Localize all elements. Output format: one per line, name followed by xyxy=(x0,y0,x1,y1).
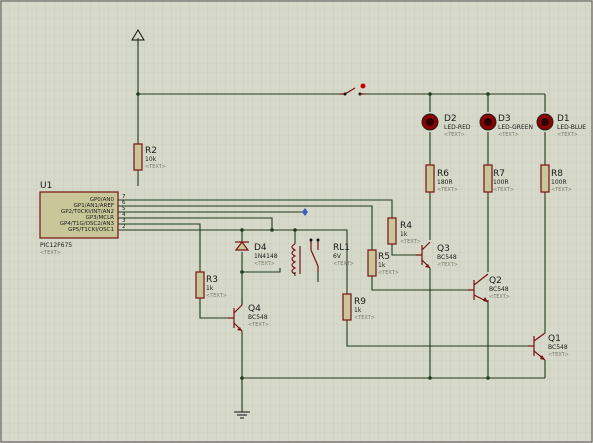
r5-ref: R5 xyxy=(378,252,390,262)
u1-pin-label: GP5/T1CKI/OSC1 xyxy=(68,227,114,233)
r3-ref: R3 xyxy=(206,275,218,285)
q4-ref: Q4 xyxy=(248,304,261,314)
d1-ref: D1 xyxy=(557,114,570,124)
r7-text-placeholder: <TEXT> xyxy=(493,187,514,193)
r3-value: 1k xyxy=(206,285,214,292)
r6-value: 180R xyxy=(437,179,453,186)
u1-text-placeholder: <TEXT> xyxy=(40,250,61,256)
schematic-canvas: U1 GP0/AN0 GP1/AN1/AREF GP2/T0CKI/INT/AN… xyxy=(0,0,593,443)
u1-part: PIC12F675 xyxy=(40,242,72,249)
d4-text-placeholder: <TEXT> xyxy=(254,261,275,267)
rl1-text-placeholder: <TEXT> xyxy=(333,261,354,267)
d2-ref: D2 xyxy=(444,114,457,124)
q3-value: BC548 xyxy=(437,254,457,261)
q2-ref: Q2 xyxy=(489,276,502,286)
q3-text-placeholder: <TEXT> xyxy=(437,262,458,268)
d3-value: LED-GREEN xyxy=(498,124,533,131)
d4-ref: D4 xyxy=(254,243,267,253)
u1-ref: U1 xyxy=(40,181,52,191)
d4-value: 1N4148 xyxy=(254,253,278,260)
r4-value: 1k xyxy=(400,231,408,238)
r6-text-placeholder: <TEXT> xyxy=(437,187,458,193)
d1-text-placeholder: <TEXT> xyxy=(557,132,578,138)
r9-ref: R9 xyxy=(354,297,366,307)
r3-text-placeholder: <TEXT> xyxy=(206,293,227,299)
d2-value: LED-RED xyxy=(444,124,471,131)
q1-text-placeholder: <TEXT> xyxy=(548,352,569,358)
r8-value: 100R xyxy=(551,179,567,186)
q2-value: BC548 xyxy=(489,286,509,293)
d3-text-placeholder: <TEXT> xyxy=(498,132,519,138)
q2-text-placeholder: <TEXT> xyxy=(489,294,510,300)
q1-value: BC548 xyxy=(548,344,568,351)
r4-ref: R4 xyxy=(400,221,412,231)
r2-value: 10k xyxy=(145,156,157,163)
r4-text-placeholder: <TEXT> xyxy=(400,239,421,245)
r5-value: 1k xyxy=(378,262,386,269)
r8-ref: R8 xyxy=(551,169,563,179)
d3-ref: D3 xyxy=(498,114,511,124)
r2-text-placeholder: <TEXT> xyxy=(145,164,166,170)
r5-text-placeholder: <TEXT> xyxy=(378,270,399,276)
r9-text-placeholder: <TEXT> xyxy=(354,315,375,321)
q3-ref: Q3 xyxy=(437,244,450,254)
d2-text-placeholder: <TEXT> xyxy=(444,132,465,138)
q4-value: BC548 xyxy=(248,314,268,321)
q4-text-placeholder: <TEXT> xyxy=(248,322,269,328)
r8-text-placeholder: <TEXT> xyxy=(551,187,572,193)
r7-value: 100R xyxy=(493,179,509,186)
q1-ref: Q1 xyxy=(548,334,561,344)
rl1-ref: RL1 xyxy=(333,243,350,253)
r9-value: 1k xyxy=(354,307,362,314)
rl1-value: 6V xyxy=(333,253,342,260)
u1-pin-number: 2 xyxy=(122,224,126,230)
r7-ref: R7 xyxy=(493,169,505,179)
d1-value: LED-BLUE xyxy=(557,124,586,131)
r6-ref: R6 xyxy=(437,169,449,179)
r2-ref: R2 xyxy=(145,146,157,156)
